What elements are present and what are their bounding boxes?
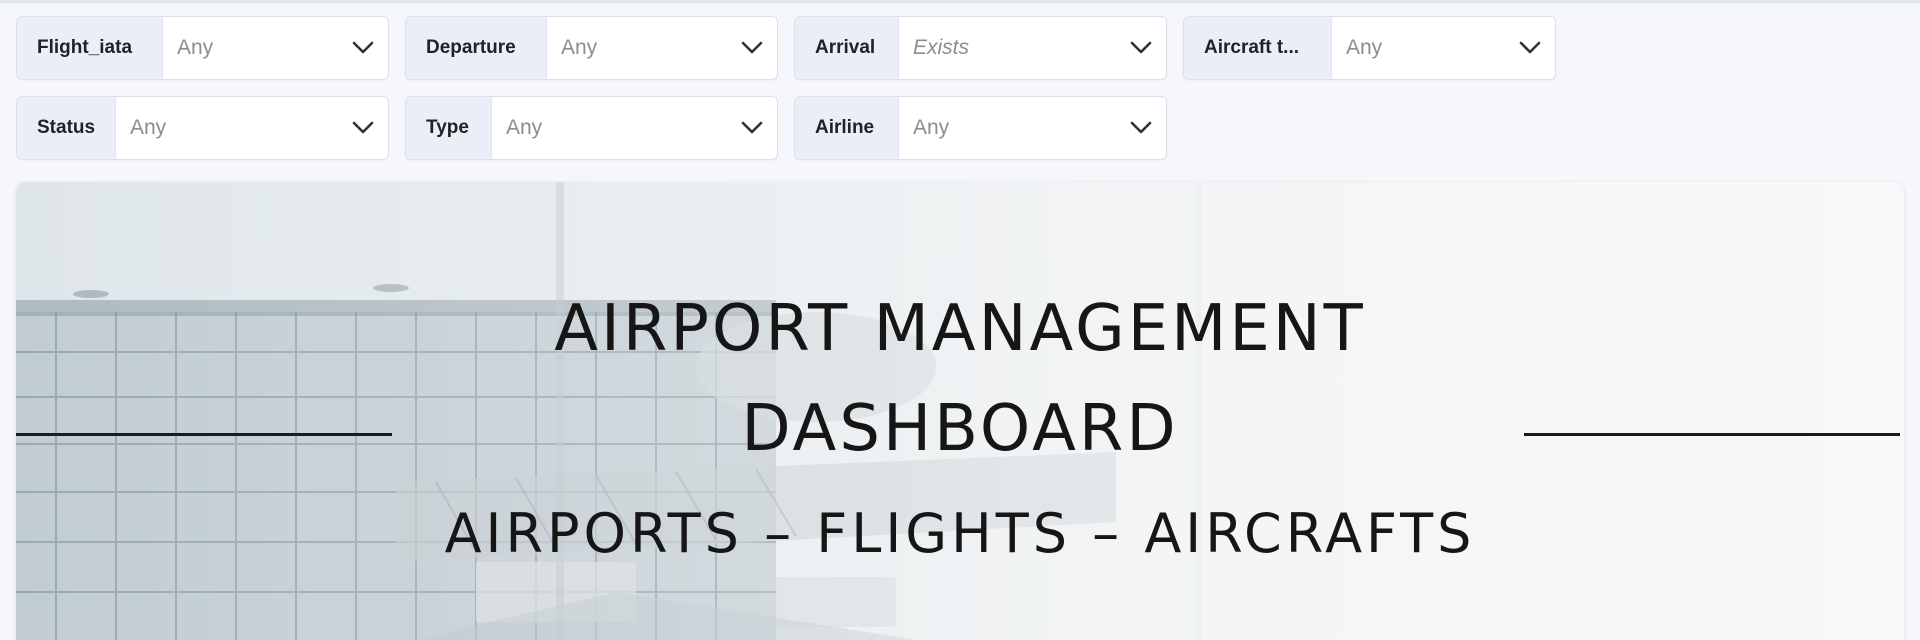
filter-value[interactable]: Any — [547, 17, 727, 79]
filter-value[interactable]: Any — [899, 97, 1116, 159]
filter-status[interactable]: Status Any — [16, 96, 389, 160]
filter-airline[interactable]: Airline Any — [794, 96, 1167, 160]
filter-label: Status — [17, 97, 116, 159]
filter-arrival[interactable]: Arrival Exists — [794, 16, 1167, 80]
filter-label: Type — [406, 97, 492, 159]
filter-row-1: Flight_iata Any Departure Any Arrival Ex… — [16, 16, 1556, 80]
top-border — [0, 0, 1920, 3]
filter-flight-iata[interactable]: Flight_iata Any — [16, 16, 389, 80]
filter-aircraft-type[interactable]: Aircraft t... Any — [1183, 16, 1556, 80]
chevron-down-icon[interactable] — [1116, 97, 1166, 159]
filter-label: Departure — [406, 17, 547, 79]
dashboard-banner: AIRPORT MANAGEMENT DASHBOARD AIRPORTS – … — [16, 182, 1904, 640]
chevron-down-icon[interactable] — [338, 97, 388, 159]
filter-value[interactable]: Any — [116, 97, 338, 159]
page-title-line-1: AIRPORT MANAGEMENT — [554, 292, 1366, 366]
chevron-down-icon[interactable] — [1505, 17, 1555, 79]
page-title-line-2: DASHBOARD — [741, 392, 1179, 466]
filter-label: Arrival — [795, 17, 899, 79]
filter-bar: Flight_iata Any Departure Any Arrival Ex… — [16, 16, 1556, 176]
filter-departure[interactable]: Departure Any — [405, 16, 778, 80]
filter-value[interactable]: Any — [163, 17, 338, 79]
filter-value[interactable]: Any — [1332, 17, 1505, 79]
chevron-down-icon[interactable] — [727, 17, 777, 79]
filter-label: Airline — [795, 97, 899, 159]
filter-label: Flight_iata — [17, 17, 163, 79]
filter-row-2: Status Any Type Any Airline Any — [16, 96, 1556, 160]
chevron-down-icon[interactable] — [338, 17, 388, 79]
chevron-down-icon[interactable] — [1116, 17, 1166, 79]
chevron-down-icon[interactable] — [727, 97, 777, 159]
filter-value[interactable]: Exists — [899, 17, 1116, 79]
filter-type[interactable]: Type Any — [405, 96, 778, 160]
filter-value[interactable]: Any — [492, 97, 727, 159]
filter-label: Aircraft t... — [1184, 17, 1332, 79]
page-subtitle: AIRPORTS – FLIGHTS – AIRCRAFTS — [444, 502, 1476, 565]
